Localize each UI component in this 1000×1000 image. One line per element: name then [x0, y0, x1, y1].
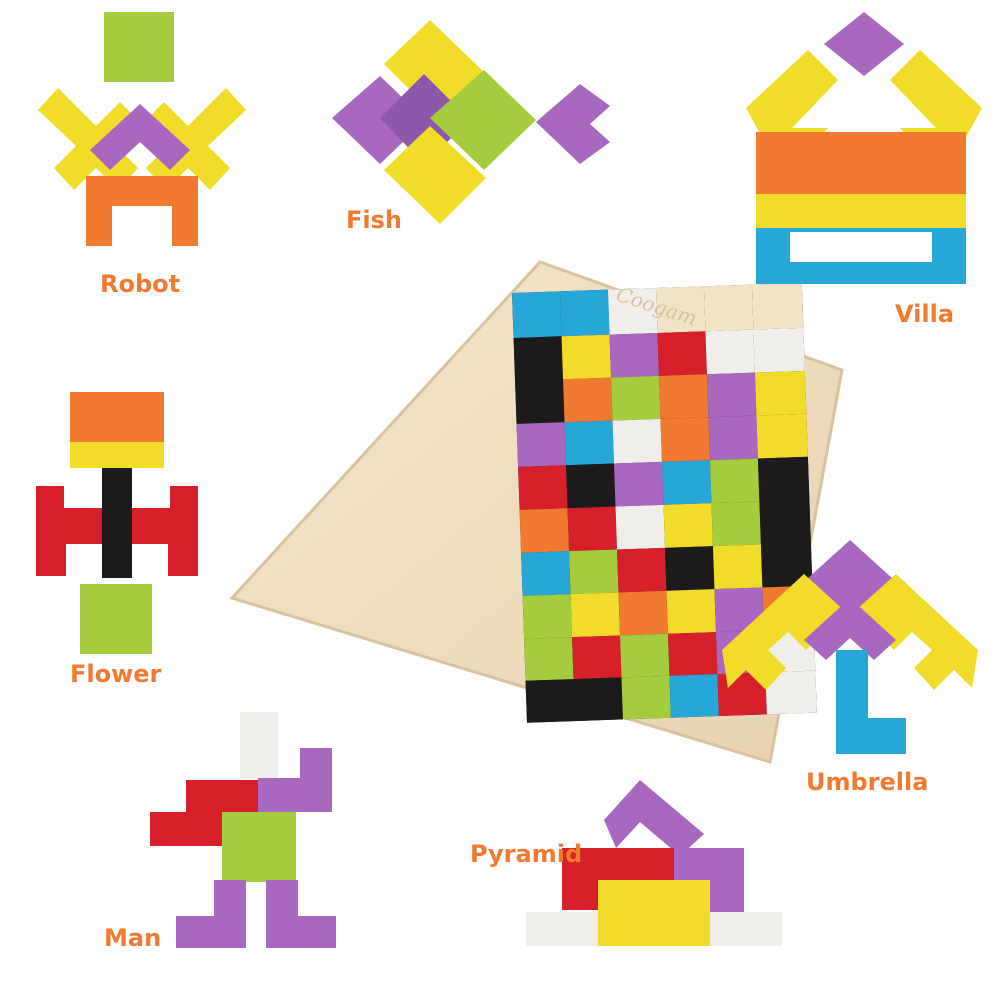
umbrella-label: Umbrella: [806, 768, 928, 796]
man-figure: [150, 712, 336, 948]
flower-leaf-left: [36, 486, 102, 576]
man-head: [240, 712, 278, 778]
flower-top-orange: [70, 392, 164, 442]
flower-stem: [102, 468, 132, 578]
villa-roof-top: [824, 12, 904, 76]
villa-label: Villa: [895, 300, 954, 328]
flower-top-yellow: [70, 442, 164, 468]
villa-figure: [746, 12, 982, 284]
flower-figure: [36, 392, 198, 654]
pyramid-yellow: [598, 880, 710, 946]
robot-head: [104, 12, 174, 82]
man-leg-right: [266, 880, 336, 948]
flower-pot: [80, 584, 152, 654]
villa-base-blue: [756, 228, 966, 284]
flower-leaf-right: [132, 486, 198, 576]
man-leg-left: [176, 880, 246, 948]
pyramid-top: [604, 780, 704, 856]
robot-label: Robot: [100, 270, 180, 298]
pyramid-white-left: [526, 912, 598, 946]
man-label: Man: [104, 924, 161, 952]
fish-tail: [536, 84, 610, 164]
pyramid-white-right: [710, 912, 782, 946]
umbrella-handle: [836, 650, 906, 754]
tangram-board: Coogam: [229, 260, 844, 764]
robot-figure: [38, 12, 246, 246]
man-body: [222, 812, 296, 882]
fish-figure: [332, 20, 610, 224]
fish-label: Fish: [346, 206, 402, 234]
pyramid-label: Pyramid: [470, 840, 582, 868]
flower-label: Flower: [70, 660, 162, 688]
villa-wall-orange: [756, 132, 966, 194]
puzzle-scene: Coogam Robot Fish Villa Flower Umbrella …: [36, 12, 982, 952]
villa-wall-yellow: [756, 194, 966, 228]
robot-legs: [86, 176, 198, 246]
